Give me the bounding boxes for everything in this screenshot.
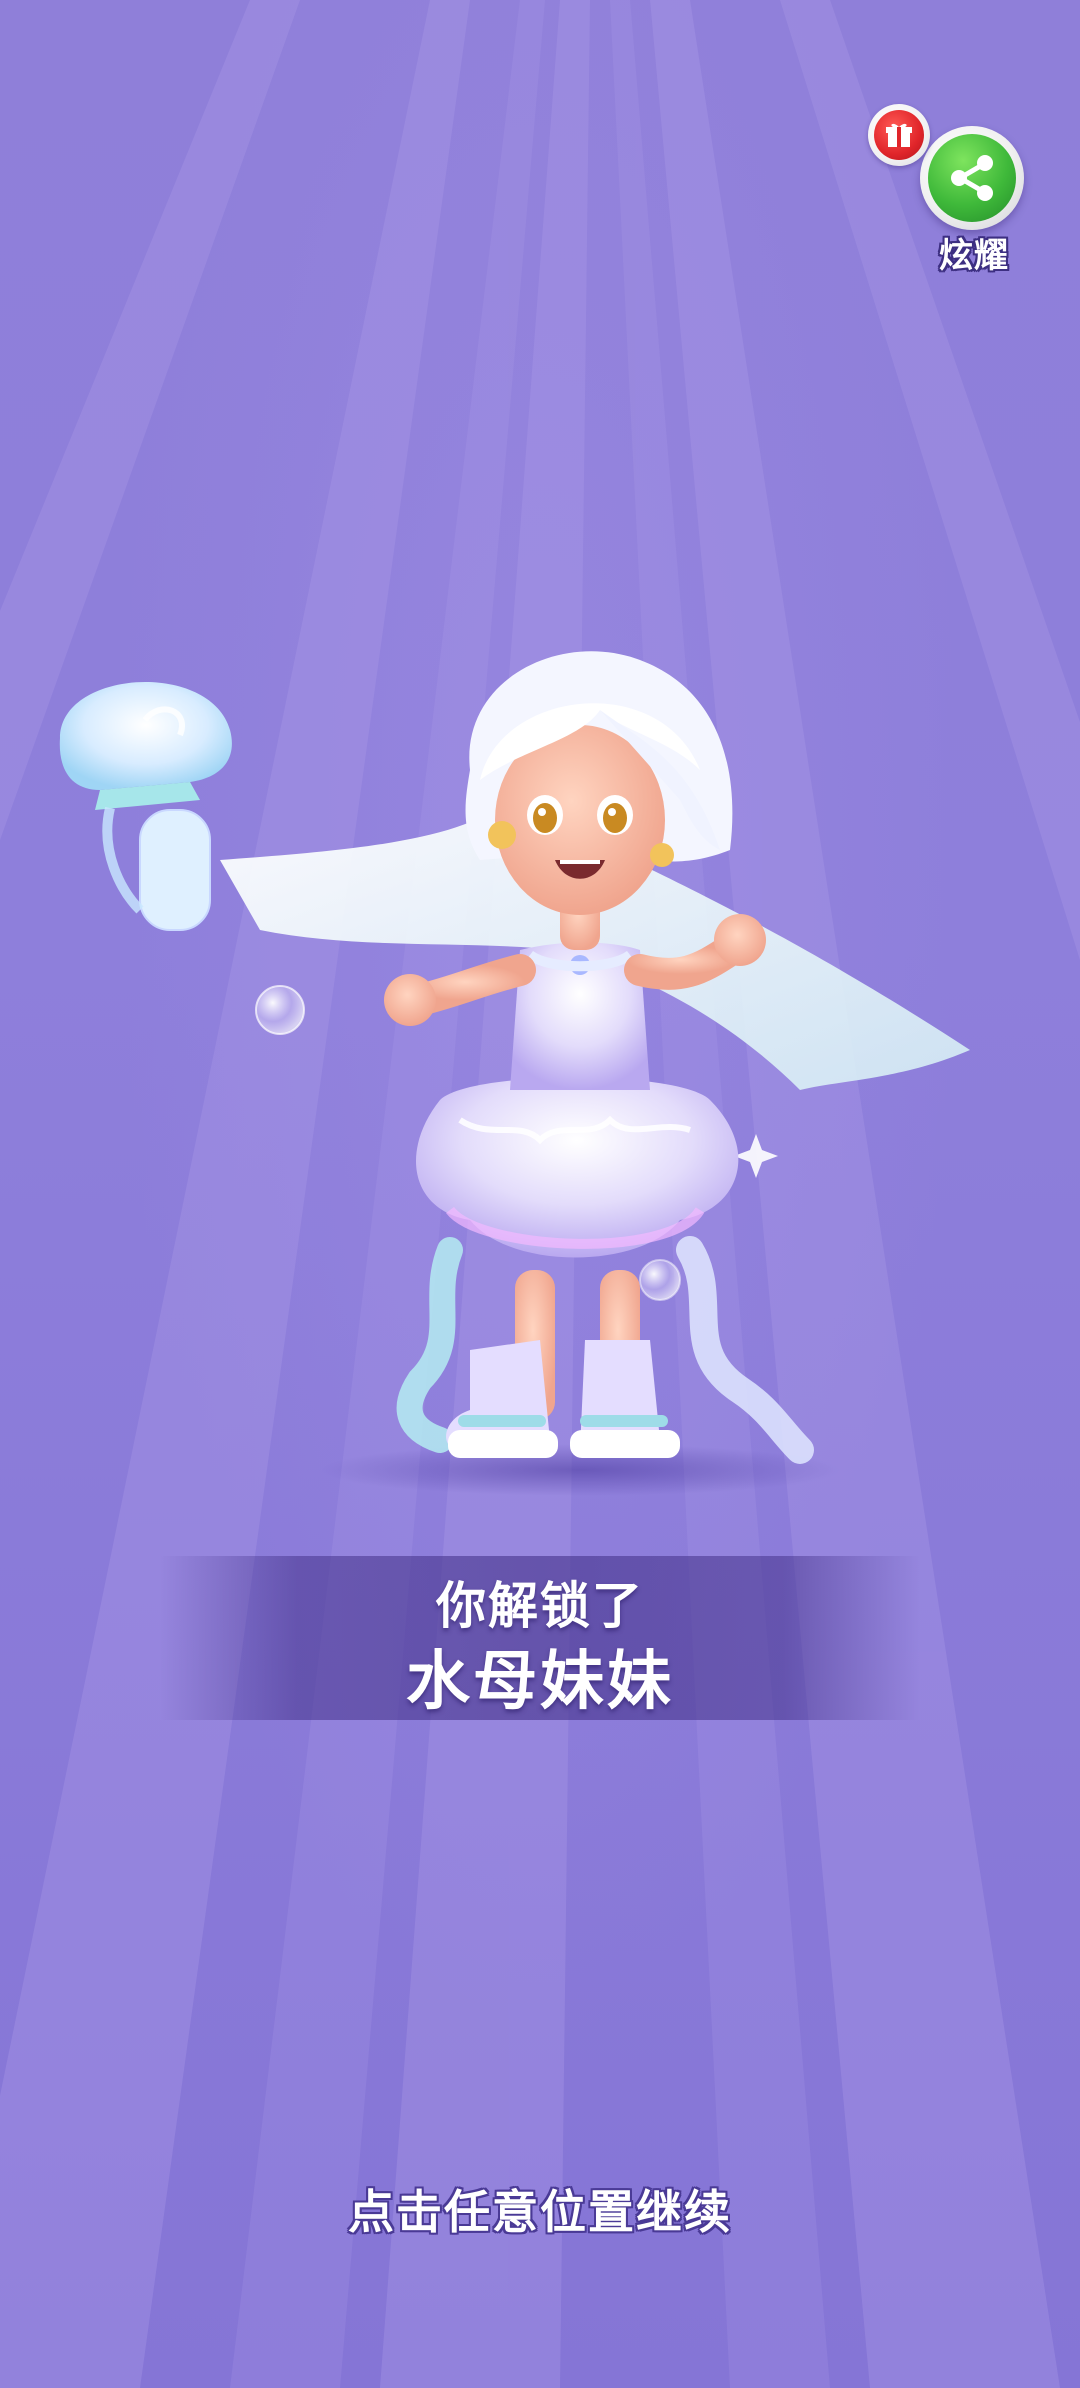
jellyfish-icon (59, 682, 232, 931)
jellyfish-girl-character (59, 651, 970, 1496)
share-widget[interactable]: 炫耀 (868, 104, 1028, 284)
share-label[interactable]: 炫耀 (924, 228, 1024, 277)
unlock-subtitle: 你解锁了 (436, 1577, 644, 1635)
unlocked-character-name: 水母妹妹 (406, 1645, 674, 1719)
tap-to-continue-hint: 点击任意位置继续 (348, 2185, 732, 2239)
share-button[interactable] (920, 126, 1024, 230)
share-icon (951, 155, 993, 201)
gift-icon (886, 123, 912, 147)
gift-badge (868, 104, 930, 166)
unlock-screen[interactable]: 炫耀 你解锁了 水母妹妹 点击任意位置继续 (0, 0, 1080, 2388)
